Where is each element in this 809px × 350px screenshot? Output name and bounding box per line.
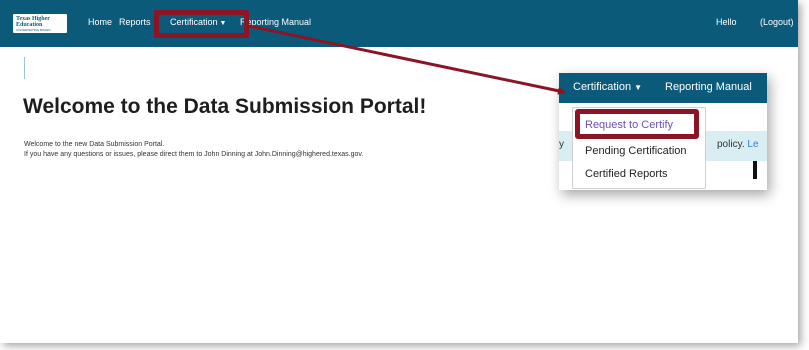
menu-item-certified-reports[interactable]: Certified Reports xyxy=(585,168,668,180)
thecb-logo[interactable]: Texas Higher Education COORDINATING BOAR… xyxy=(13,14,67,33)
inset-alert-text: policy. xyxy=(717,139,745,150)
nav-reporting-manual-link[interactable]: Reporting Manual xyxy=(240,17,311,27)
intro-text: Welcome to the new Data Submission Porta… xyxy=(24,140,363,160)
logo-text-line3: COORDINATING BOARD xyxy=(16,27,51,32)
page-title: Welcome to the Data Submission Portal! xyxy=(23,95,427,118)
nav-home-link[interactable]: Home xyxy=(88,17,112,27)
nav-reports-link[interactable]: Reports xyxy=(119,17,151,27)
logout-link[interactable]: (Logout) xyxy=(760,17,794,27)
inset-certification-label: Certification xyxy=(573,81,632,93)
inset-navbar: Certification ▼ Reporting Manual xyxy=(559,73,767,103)
highlight-box-certification xyxy=(154,10,249,38)
top-navbar: Texas Higher Education COORDINATING BOAR… xyxy=(0,0,798,47)
caret-down-icon: ▼ xyxy=(634,83,642,92)
menu-item-pending-certification[interactable]: Pending Certification xyxy=(585,145,687,157)
intro-line-2: If you have any questions or issues, ple… xyxy=(24,151,364,158)
inset-reporting-manual-link[interactable]: Reporting Manual xyxy=(665,81,752,93)
text-cursor-line xyxy=(24,57,25,79)
highlight-box-request-to-certify xyxy=(575,109,699,139)
inset-certification-dropdown[interactable]: Certification ▼ xyxy=(573,81,642,93)
inset-alert-fragment-left: y xyxy=(559,139,564,150)
inset-alert-fragment-right: policy. Le xyxy=(717,139,759,150)
intro-line-1: Welcome to the new Data Submission Porta… xyxy=(24,141,165,148)
greeting-text: Hello xyxy=(716,17,737,27)
inset-heading-fragment xyxy=(753,161,757,179)
inset-alert-link[interactable]: Le xyxy=(747,139,758,150)
